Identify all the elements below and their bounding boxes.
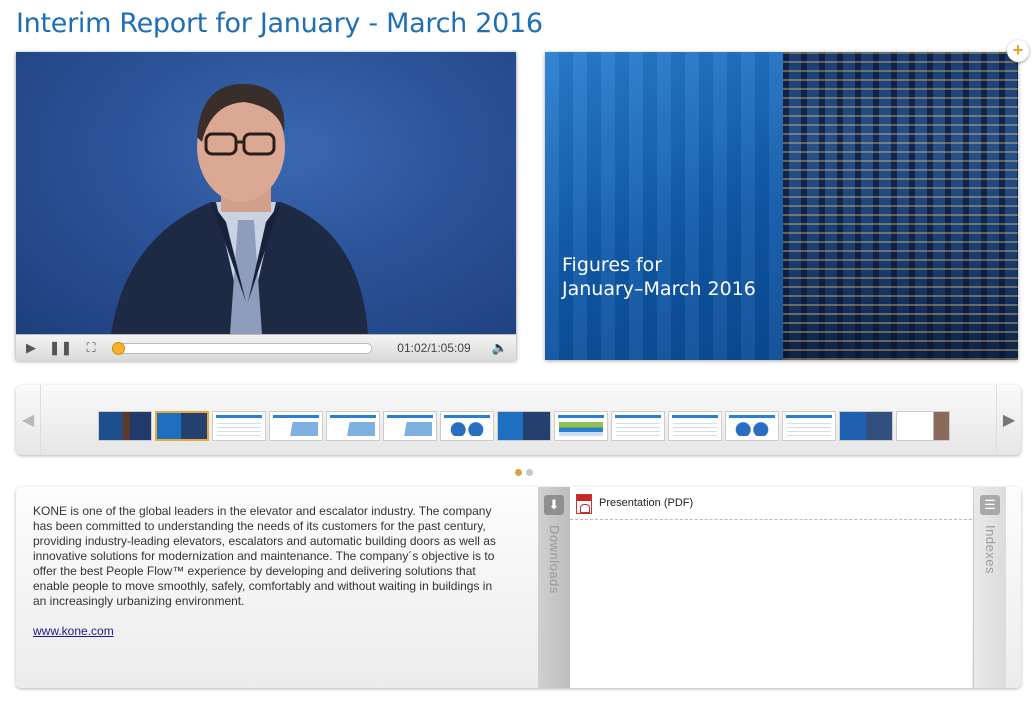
description: KONE is one of the global leaders in the… <box>33 504 503 639</box>
slide-thumbnail[interactable] <box>212 411 266 441</box>
slide-thumbnail[interactable] <box>440 411 494 441</box>
pause-icon: ❚❚ <box>49 340 73 355</box>
seek-bar[interactable] <box>112 342 372 355</box>
pause-button[interactable]: ❚❚ <box>49 335 73 361</box>
chevron-right-icon: ▶ <box>1002 412 1016 429</box>
fullscreen-icon: ⛶ <box>86 340 96 355</box>
next-thumbnails-button[interactable]: ▶ <box>996 385 1021 455</box>
download-item-presentation[interactable]: Presentation (PDF) <box>570 493 972 520</box>
video-frame[interactable] <box>16 52 516 334</box>
page-title: Interim Report for January - March 2016 <box>16 8 543 39</box>
thumbnail-pager <box>515 469 533 476</box>
slide-thumbnail[interactable] <box>554 411 608 441</box>
slide-line-1: Figures for <box>562 254 663 276</box>
downloads-list: Presentation (PDF) <box>570 487 972 688</box>
thumbnail-list <box>98 411 950 441</box>
time-display: 01:02/1:05:09 <box>384 335 484 361</box>
slide-thumbnail[interactable] <box>155 411 209 441</box>
pdf-icon <box>576 494 592 514</box>
description-text: KONE is one of the global leaders in the… <box>33 504 496 608</box>
pager-dot-active[interactable] <box>515 469 522 476</box>
slide-thumbnail[interactable] <box>383 411 437 441</box>
duration: 1:05:09 <box>430 341 471 355</box>
thumbnail-strip: ◀ ▶ <box>16 385 1021 455</box>
expand-slide-button[interactable]: + <box>1007 40 1029 62</box>
city-image <box>783 52 1018 360</box>
slide-thumbnail[interactable] <box>896 411 950 441</box>
play-icon: ▶ <box>26 340 36 355</box>
slide-background <box>545 52 783 360</box>
slide-thumbnail[interactable] <box>326 411 380 441</box>
pager-dot[interactable] <box>526 469 533 476</box>
company-link[interactable]: www.kone.com <box>33 624 503 639</box>
video-player[interactable]: ▶ ❚❚ ⛶ 01:02/1:05:09 🔈 <box>16 52 516 361</box>
presenter-image <box>111 83 368 334</box>
volume-button[interactable]: 🔈 <box>488 335 512 361</box>
slide-text: Figures for January–March 2016 <box>562 253 756 301</box>
download-item-label: Presentation (PDF) <box>599 497 694 509</box>
info-panel: KONE is one of the global leaders in the… <box>16 487 1021 688</box>
slide-thumbnail[interactable] <box>497 411 551 441</box>
tab-indexes-label: Indexes <box>983 525 998 575</box>
play-button[interactable]: ▶ <box>20 335 42 361</box>
slide-thumbnail[interactable] <box>782 411 836 441</box>
slide-thumbnail[interactable] <box>611 411 665 441</box>
speaker-icon: 🔈 <box>491 340 509 355</box>
player-controls: ▶ ❚❚ ⛶ 01:02/1:05:09 🔈 <box>16 334 516 361</box>
slide-thumbnail[interactable] <box>269 411 323 441</box>
plus-icon: + <box>1012 40 1024 60</box>
slide-thumbnail[interactable] <box>839 411 893 441</box>
previous-thumbnails-button[interactable]: ◀ <box>16 385 41 455</box>
slide-thumbnail[interactable] <box>725 411 779 441</box>
slide-line-2: January–March 2016 <box>562 278 756 300</box>
tab-downloads-label: Downloads <box>547 525 562 594</box>
current-time: 01:02 <box>397 341 428 355</box>
fullscreen-button[interactable]: ⛶ <box>80 335 102 361</box>
slide-thumbnail[interactable] <box>98 411 152 441</box>
tab-indexes[interactable]: ☰ Indexes <box>973 487 1006 688</box>
tab-downloads[interactable]: ⬇ Downloads <box>538 487 570 688</box>
download-icon: ⬇ <box>544 495 564 515</box>
chevron-left-icon: ◀ <box>21 412 35 429</box>
seek-handle[interactable] <box>112 342 126 355</box>
list-icon: ☰ <box>980 495 1000 515</box>
slide-thumbnail[interactable] <box>668 411 722 441</box>
slide-view: Figures for January–March 2016 <box>545 52 1018 360</box>
